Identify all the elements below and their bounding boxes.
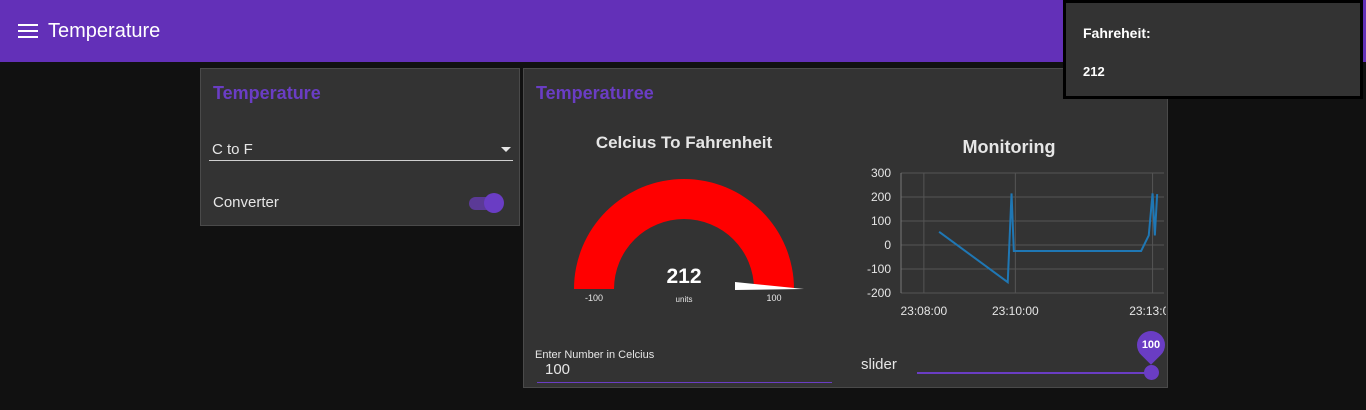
y-tick-label: 200: [871, 190, 891, 204]
y-tick-label: 0: [884, 238, 891, 252]
group-title: Temperature: [213, 83, 321, 103]
y-tick-label: -100: [867, 262, 891, 276]
gauge-max-label: 100: [766, 293, 782, 303]
celcius-number-input[interactable]: 100: [537, 359, 832, 383]
notification-toast[interactable]: Fahreheit: 212: [1063, 0, 1363, 99]
converter-switch[interactable]: [467, 192, 505, 214]
caret-down-icon: [501, 147, 511, 152]
switch-thumb: [484, 193, 504, 213]
dropdown-selected-value: C to F: [212, 141, 253, 158]
converter-switch-label: Converter: [213, 194, 279, 211]
gauge-title: Celcius To Fahrenheit: [595, 133, 773, 152]
hamburger-menu-icon[interactable]: [18, 24, 38, 40]
value-slider[interactable]: 100: [917, 325, 1171, 381]
page-title: Temperature: [48, 20, 161, 42]
gauge-units: units: [675, 295, 693, 304]
slider-value-label: 100: [1141, 339, 1161, 351]
x-tick-label: 23:13:00: [1129, 304, 1166, 318]
toast-message: 212: [1083, 64, 1105, 79]
line-chart: 300 200 100 0 -100 -200 23:08:00 23:10:00 23:13:…: [867, 166, 1166, 318]
gauge-value: 212: [666, 265, 702, 288]
toast-title: Fahreheit:: [1083, 25, 1151, 41]
y-tick-label: -200: [867, 286, 891, 300]
temperature-group-card: Temperature C to F Converter: [200, 68, 520, 226]
temperaturee-group-card: Temperaturee Celcius To Fahrenheit 212 u…: [523, 68, 1171, 388]
y-tick-label: 300: [871, 166, 891, 180]
chart-title: Monitoring: [962, 137, 1056, 157]
gauge-min-label: -100: [584, 293, 603, 303]
slider-track: [917, 372, 1153, 374]
y-tick-label: 100: [871, 214, 891, 228]
x-tick-label: 23:08:00: [901, 304, 948, 318]
conversion-dropdown[interactable]: C to F: [209, 139, 513, 161]
slider-thumb[interactable]: [1144, 365, 1159, 380]
slider-label: slider: [861, 356, 897, 373]
x-tick-label: 23:10:00: [992, 304, 1039, 318]
group-title: Temperaturee: [536, 83, 654, 103]
number-input-value: 100: [545, 361, 571, 378]
